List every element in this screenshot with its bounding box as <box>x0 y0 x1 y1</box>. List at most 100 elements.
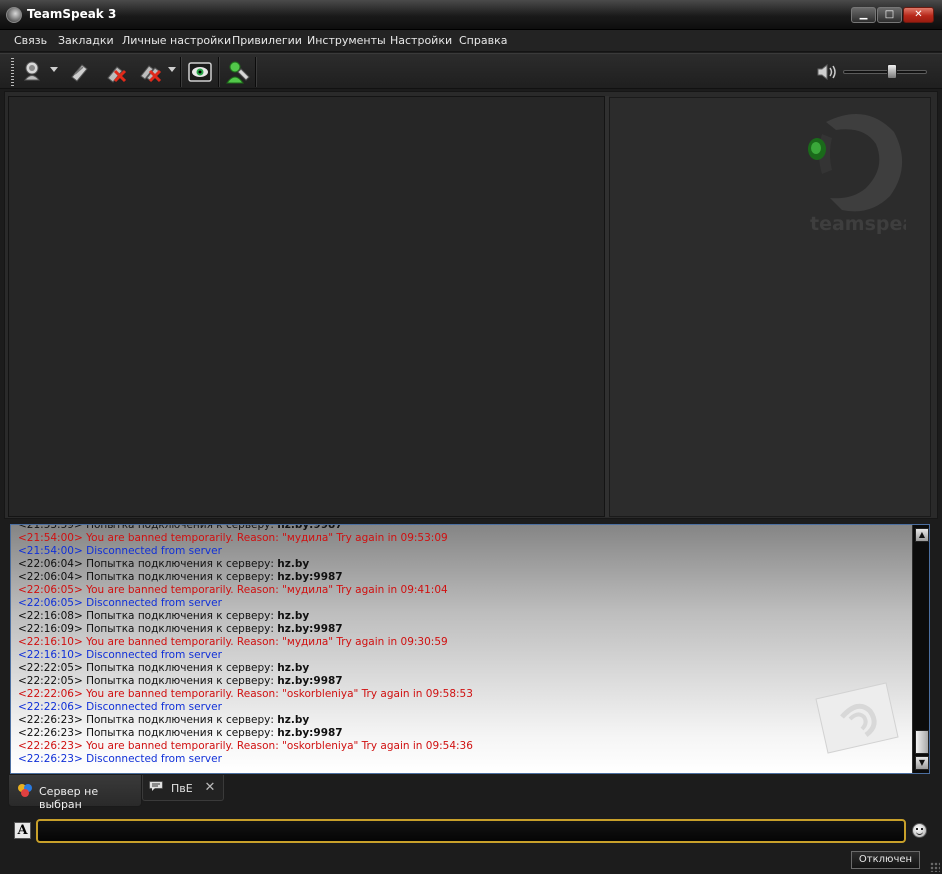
tab-close-button[interactable]: ✕ <box>201 780 219 796</box>
menu-bookmarks[interactable]: Закладки <box>58 34 114 47</box>
log-message: Попытка подключения к серверу: <box>86 571 278 583</box>
menu-help[interactable]: Справка <box>459 34 507 47</box>
log-line: <22:16:09> Попытка подключения к серверу… <box>18 623 908 636</box>
volume-icon <box>817 63 836 81</box>
log-line: <22:16:08> Попытка подключения к серверу… <box>18 610 908 623</box>
log-server-address[interactable]: hz.by:9987 <box>277 571 342 583</box>
log-timestamp: <21:54:00> <box>18 532 83 544</box>
connect-icon[interactable] <box>21 59 47 85</box>
log-server-address[interactable]: hz.by <box>277 662 309 674</box>
server-tab-icon <box>18 784 32 797</box>
log-timestamp: <22:06:05> <box>18 584 83 596</box>
log-timestamp: <21:53:59> <box>18 524 83 531</box>
connect-dropdown-arrow[interactable] <box>50 67 58 72</box>
log-timestamp: <22:06:04> <box>18 558 83 570</box>
log-server-address[interactable]: hz.by:9987 <box>277 623 342 635</box>
log-message: Disconnected from server <box>86 753 222 765</box>
log-message: You are banned temporarily. Reason: "муд… <box>86 584 448 596</box>
log-message: Попытка подключения к серверу: <box>86 727 278 739</box>
log-message: Disconnected from server <box>86 701 222 713</box>
log-timestamp: <22:26:23> <box>18 740 83 752</box>
menu-connections[interactable]: Связь <box>14 34 47 47</box>
scroll-thumb[interactable] <box>915 730 929 754</box>
tab-server-label: Сервер не выбран <box>39 785 99 811</box>
chat-log[interactable]: <21:53:59> Попытка подключения к серверу… <box>10 524 930 774</box>
menu-self[interactable]: Личные настройки <box>122 34 231 47</box>
log-line: <22:22:05> Попытка подключения к серверу… <box>18 662 908 675</box>
chat-scrollbar[interactable]: ▲ ▼ <box>912 525 929 773</box>
log-timestamp: <22:26:23> <box>18 753 83 765</box>
chat-message-input[interactable] <box>36 819 906 843</box>
log-line: <22:26:23> Попытка подключения к серверу… <box>18 714 908 727</box>
log-server-address[interactable]: hz.by <box>277 558 309 570</box>
log-message: You are banned temporarily. Reason: "osk… <box>86 688 473 700</box>
log-line: <21:54:00> Disconnected from server <box>18 545 908 558</box>
close-button[interactable]: ✕ <box>903 7 934 23</box>
log-server-address[interactable]: hz.by:9987 <box>277 727 342 739</box>
log-server-address[interactable]: hz.by:9987 <box>277 675 342 687</box>
user-settings-icon[interactable] <box>225 59 251 85</box>
log-message: Попытка подключения к серверу: <box>86 623 278 635</box>
toolbar-separator <box>255 57 257 87</box>
log-message: Попытка подключения к серверу: <box>86 558 278 570</box>
minimize-button[interactable]: ▁ <box>851 7 876 23</box>
log-line: <21:54:00> You are banned temporarily. R… <box>18 532 908 545</box>
log-line: <22:22:05> Попытка подключения к серверу… <box>18 675 908 688</box>
log-message: Попытка подключения к серверу: <box>86 662 278 674</box>
log-timestamp: <21:54:00> <box>18 545 83 557</box>
log-timestamp: <22:22:05> <box>18 675 83 687</box>
log-timestamp: <22:26:23> <box>18 714 83 726</box>
volume-slider-track[interactable] <box>843 70 927 74</box>
text-format-button[interactable]: A <box>14 822 31 839</box>
disconnect-icon[interactable] <box>103 59 129 85</box>
log-line: <22:26:23> Disconnected from server <box>18 753 908 766</box>
teamspeak-app-icon <box>6 7 22 23</box>
log-message: You are banned temporarily. Reason: "муд… <box>86 636 448 648</box>
bookmark-icon[interactable] <box>66 59 92 85</box>
tab-server[interactable]: Сервер не выбран <box>8 775 142 811</box>
chat-log-lines: <21:53:59> Попытка подключения к серверу… <box>18 524 908 766</box>
resize-grip[interactable] <box>930 862 940 872</box>
log-message: Попытка подключения к серверу: <box>86 610 278 622</box>
log-line: <22:06:05> You are banned temporarily. R… <box>18 584 908 597</box>
log-server-address[interactable]: hz.by:9987 <box>277 525 342 531</box>
tab-channel[interactable]: ПвЕ ✕ <box>142 775 224 801</box>
log-message: Попытка подключения к серверу: <box>86 714 278 726</box>
toolbar <box>0 53 942 89</box>
log-timestamp: <22:22:06> <box>18 701 83 713</box>
log-timestamp: <22:16:10> <box>18 649 83 661</box>
log-timestamp: <22:16:09> <box>18 623 83 635</box>
toolbar-grip[interactable] <box>11 58 14 86</box>
log-message: Попытка подключения к серверу: <box>86 524 278 531</box>
title-bar[interactable]: TeamSpeak 3 ▁ □ ✕ <box>0 0 942 30</box>
log-line: <22:22:06> Disconnected from server <box>18 701 908 714</box>
channel-tree-panel[interactable] <box>8 96 605 517</box>
maximize-button[interactable]: □ <box>877 7 902 23</box>
chat-bubble-icon <box>149 781 163 791</box>
log-timestamp: <22:26:23> <box>18 727 83 739</box>
log-server-address[interactable]: hz.by <box>277 610 309 622</box>
log-message: You are banned temporarily. Reason: "osk… <box>86 740 473 752</box>
away-icon[interactable] <box>187 59 213 85</box>
menu-permissions[interactable]: Привилегии <box>232 34 302 47</box>
menu-settings[interactable]: Настройки <box>390 34 452 47</box>
log-line: <22:22:06> You are banned temporarily. R… <box>18 688 908 701</box>
chat-watermark-logo <box>815 682 899 754</box>
log-line: <22:06:04> Попытка подключения к серверу… <box>18 571 908 584</box>
log-line: <22:16:10> Disconnected from server <box>18 649 908 662</box>
svg-text:teamspeak3: teamspeak3 <box>810 213 906 235</box>
log-timestamp: <22:16:08> <box>18 610 83 622</box>
log-line: <22:26:23> Попытка подключения к серверу… <box>18 727 908 740</box>
connection-status-button[interactable]: Отключен <box>851 851 920 869</box>
emoticon-icon[interactable] <box>912 823 927 838</box>
log-server-address[interactable]: hz.by <box>277 714 309 726</box>
disconnect-all-icon[interactable] <box>138 59 164 85</box>
volume-slider-handle[interactable] <box>887 64 897 79</box>
scroll-up-button[interactable]: ▲ <box>915 528 929 542</box>
log-timestamp: <22:16:10> <box>18 636 83 648</box>
scroll-down-button[interactable]: ▼ <box>915 756 929 770</box>
disconnect-dropdown-arrow[interactable] <box>168 67 176 72</box>
log-timestamp: <22:22:05> <box>18 662 83 674</box>
log-message: Disconnected from server <box>86 545 222 557</box>
menu-tools[interactable]: Инструменты <box>307 34 386 47</box>
